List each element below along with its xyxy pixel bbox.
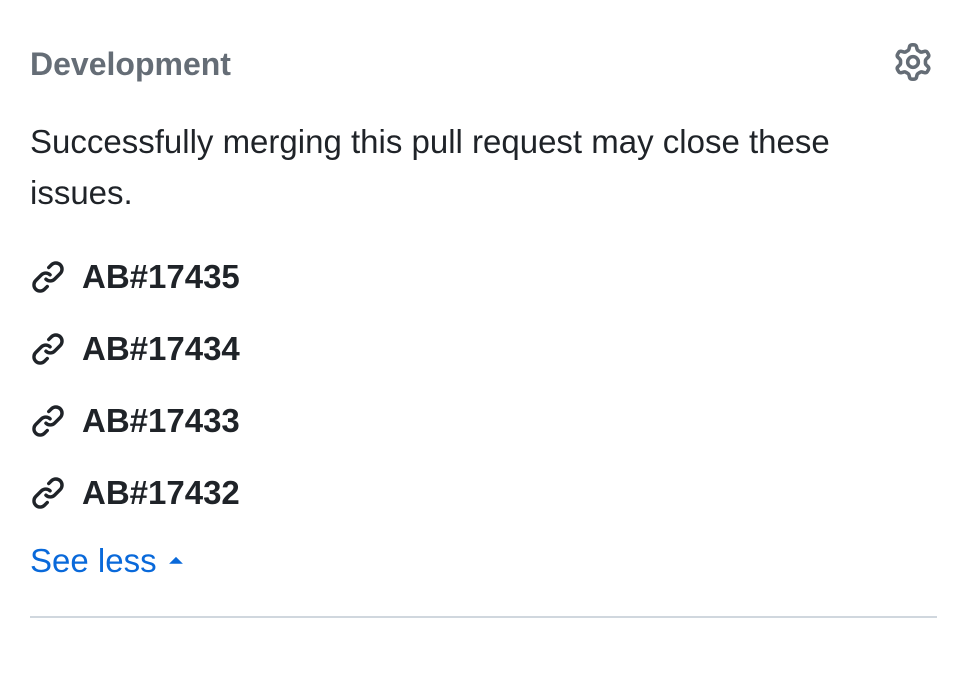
- linked-issues-list: AB#17435 AB#17434 AB#17433 AB#17432: [30, 258, 937, 512]
- section-title: Development: [30, 46, 231, 83]
- link-icon: [30, 331, 66, 367]
- link-icon: [30, 403, 66, 439]
- see-less-toggle[interactable]: See less: [30, 542, 937, 580]
- section-description: Successfully merging this pull request m…: [30, 116, 937, 218]
- link-icon: [30, 475, 66, 511]
- settings-button[interactable]: [889, 40, 937, 88]
- gear-icon: [894, 43, 932, 86]
- caret-up-icon: [165, 550, 187, 572]
- link-icon: [30, 259, 66, 295]
- linked-issue-item[interactable]: AB#17433: [30, 402, 937, 440]
- linked-issue-label: AB#17433: [82, 402, 240, 440]
- linked-issue-label: AB#17434: [82, 330, 240, 368]
- linked-issue-item[interactable]: AB#17435: [30, 258, 937, 296]
- linked-issue-label: AB#17435: [82, 258, 240, 296]
- section-divider: [30, 616, 937, 618]
- toggle-label: See less: [30, 542, 157, 580]
- linked-issue-label: AB#17432: [82, 474, 240, 512]
- linked-issue-item[interactable]: AB#17434: [30, 330, 937, 368]
- section-header: Development: [30, 40, 937, 88]
- linked-issue-item[interactable]: AB#17432: [30, 474, 937, 512]
